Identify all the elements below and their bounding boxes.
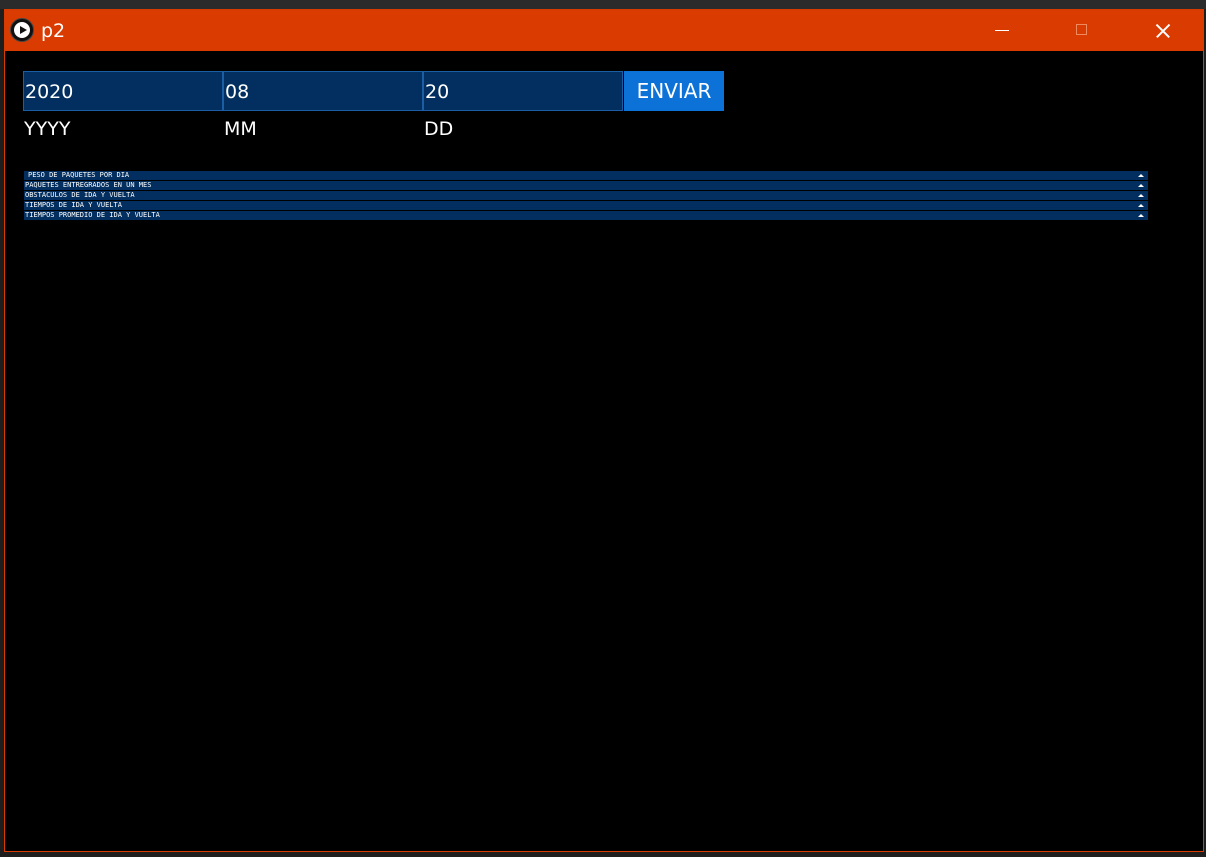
group-label: PAQUETES ENTREGRADOS EN UN MES <box>25 181 152 189</box>
collapse-icon[interactable] <box>1138 174 1144 177</box>
desktop-background <box>0 0 1206 9</box>
day-field[interactable]: 20 <box>423 71 623 111</box>
collapse-icon[interactable] <box>1138 214 1144 217</box>
minimize-icon[interactable] <box>979 10 1025 51</box>
group-label: OBSTACULOS DE IDA Y VUELTA <box>25 191 135 199</box>
group-tiempos[interactable]: TIEMPOS DE IDA Y VUELTA <box>24 201 1148 210</box>
day-label: DD <box>424 118 454 140</box>
group-obstaculos[interactable]: OBSTACULOS DE IDA Y VUELTA <box>24 191 1148 200</box>
group-paquetes-entregados[interactable]: PAQUETES ENTREGRADOS EN UN MES <box>24 181 1148 190</box>
year-label: YYYY <box>24 118 71 140</box>
play-icon <box>10 18 34 42</box>
group-peso-paquetes[interactable]: PESO DE PAQUETES POR DIA <box>24 171 1148 180</box>
group-label: TIEMPOS DE IDA Y VUELTA <box>25 201 122 209</box>
collapse-icon[interactable] <box>1138 194 1144 197</box>
group-tiempos-promedio[interactable]: TIEMPOS PROMEDIO DE IDA Y VUELTA <box>24 211 1148 220</box>
title-bar[interactable]: p2 <box>5 10 1203 51</box>
maximize-icon[interactable] <box>1059 10 1105 51</box>
submit-button[interactable]: ENVIAR <box>624 71 724 111</box>
group-label: TIEMPOS PROMEDIO DE IDA Y VUELTA <box>25 211 160 219</box>
month-label: MM <box>224 118 257 140</box>
close-icon[interactable] <box>1139 10 1185 51</box>
chart-group-list: PESO DE PAQUETES POR DIA PAQUETES ENTREG… <box>24 171 1148 221</box>
group-label: PESO DE PAQUETES POR DIA <box>28 171 130 179</box>
app-window: p2 2020 08 20 ENVIAR YYYY MM DD PESO DE … <box>4 9 1204 852</box>
month-field[interactable]: 08 <box>223 71 423 111</box>
year-field[interactable]: 2020 <box>23 71 223 111</box>
window-title: p2 <box>41 20 66 42</box>
collapse-icon[interactable] <box>1138 184 1144 187</box>
collapse-icon[interactable] <box>1138 204 1144 207</box>
date-form: 2020 08 20 ENVIAR <box>23 71 725 111</box>
